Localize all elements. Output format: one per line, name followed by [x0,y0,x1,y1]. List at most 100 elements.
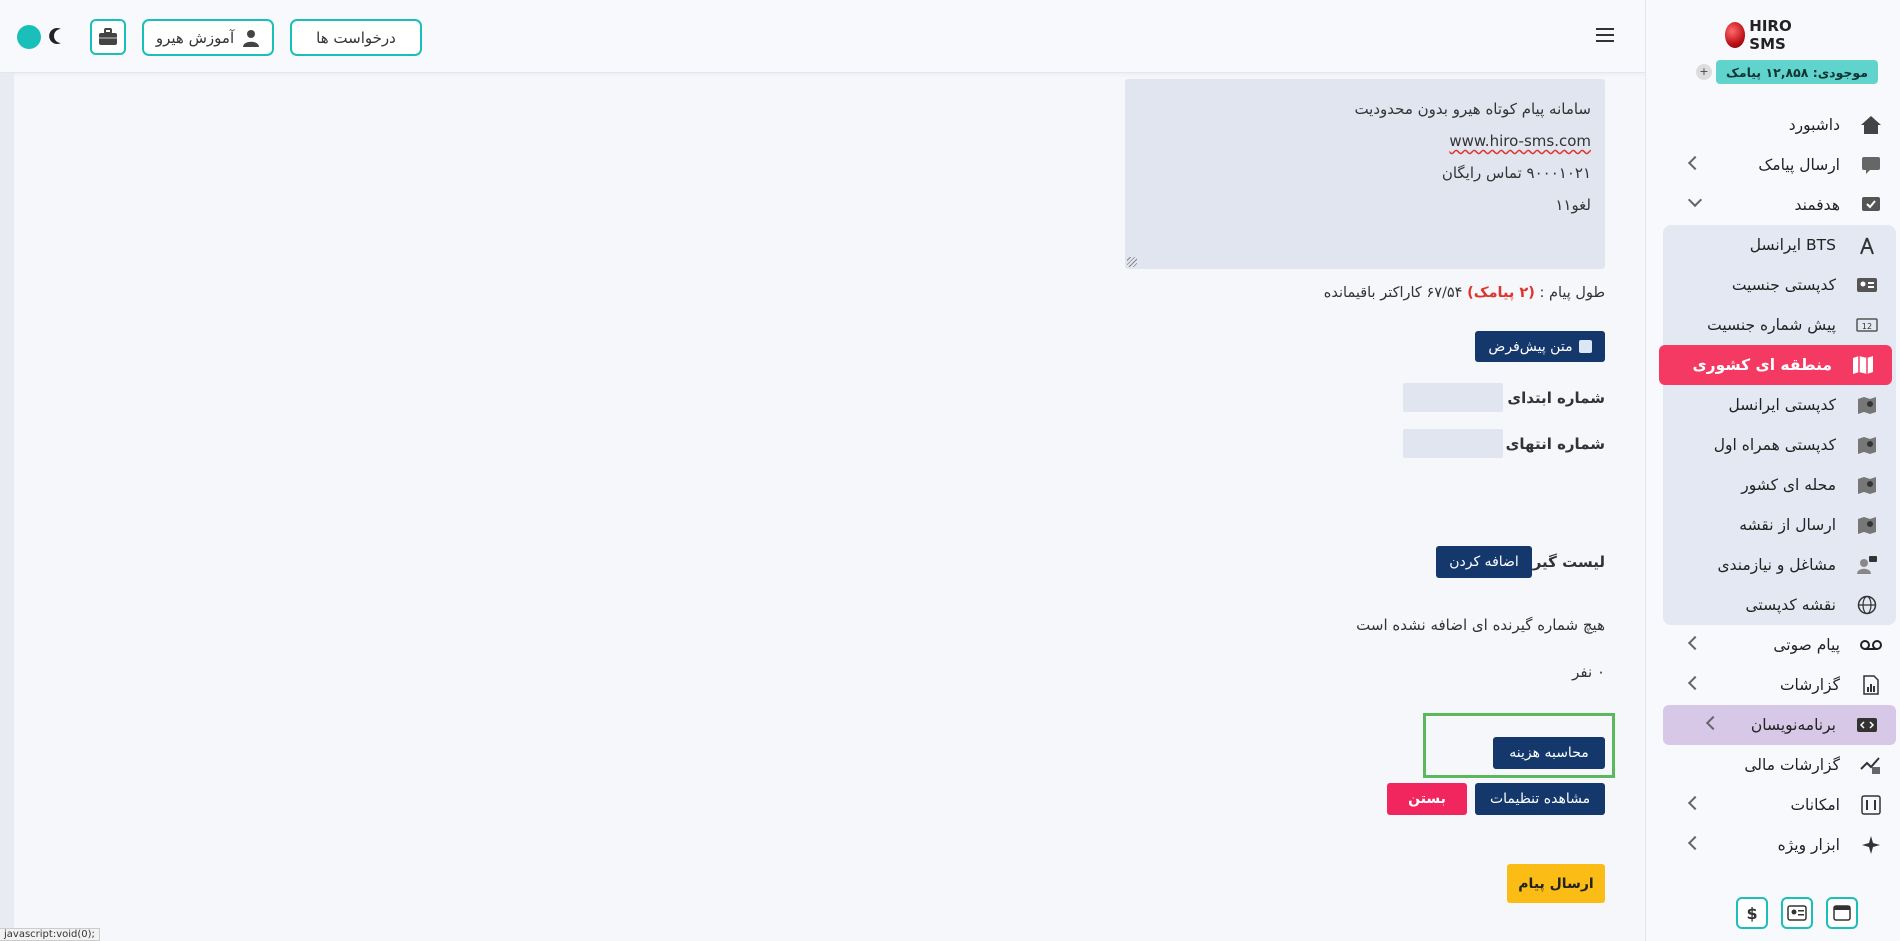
sidebar-item-reports[interactable]: گزارشات [1645,665,1900,705]
length-prefix: طول پیام : [1539,285,1605,301]
chart-gear-icon [1860,755,1882,775]
calculate-cost-button[interactable]: محاسبه هزینه [1493,737,1605,769]
send-label: ارسال پیام [1518,875,1594,892]
sidebar-item-send-from-map[interactable]: ارسال از نقشه [1663,505,1896,545]
sidebar-item-features[interactable]: امکانات [1645,785,1900,825]
antenna-icon [1856,235,1878,255]
message-line: ۹۰۰۰۱۰۲۱ تماس رایگان [1441,164,1591,182]
sidebar-item-targeted[interactable]: هدفمند [1645,185,1900,225]
chevron-left-icon [1687,835,1703,851]
sidebar-item-label: هدفمند [1794,196,1841,214]
chevron-left-icon [1705,715,1721,731]
sidebar-item-postal-map[interactable]: نقشه کدپستی [1663,585,1896,625]
voicemail-icon [1860,635,1882,655]
sidebar-item-label: گزارشات مالی [1744,756,1840,774]
moon-icon[interactable] [47,24,69,48]
window-button[interactable] [1826,897,1858,929]
map-icon [1852,355,1874,375]
view-settings-button[interactable]: مشاهده تنظیمات [1475,783,1605,815]
briefcase-icon [99,28,117,45]
sidebar-item-neighborhood[interactable]: محله ای کشور [1663,465,1896,505]
logo-text: HIRO SMS [1749,17,1792,53]
chevron-left-icon [1687,635,1703,651]
sidebar-item-label: مشاغل و نیازمندی [1717,556,1836,574]
message-textarea[interactable]: سامانه پیام کوتاه هیرو بدون محدودیت www.… [1125,79,1605,269]
chevron-left-icon [1687,675,1703,691]
sidebar-item-label: امکانات [1790,796,1840,814]
requests-label: درخواست ها [316,28,396,47]
sidebar-item-financial-reports[interactable]: گزارشات مالی [1645,745,1900,785]
send-message-button[interactable]: ارسال پیام [1507,864,1605,903]
sidebar-item-postal-gender[interactable]: کدپستی جنسیت [1663,265,1896,305]
logo-icon [1725,22,1746,48]
start-number-input[interactable] [1403,383,1503,412]
content-edge [0,73,14,941]
sidebar-item-label: کدپستی همراه اول [1713,436,1836,454]
end-number-input[interactable] [1403,429,1503,458]
sidebar-item-jobs[interactable]: مشاغل و نیازمندی [1663,545,1896,585]
targeted-submenu: BTS ایرانسل کدپستی جنسیت 12 پیش شماره جن… [1659,225,1896,625]
sidebar-item-prefix-gender[interactable]: 12 پیش شماره جنسیت [1663,305,1896,345]
briefcase-button[interactable] [90,19,126,55]
close-label: بستن [1408,791,1446,807]
map-pin-icon [1856,475,1878,495]
add-balance-icon[interactable]: + [1696,64,1712,80]
sidebar-item-postal-mci[interactable]: کدپستی همراه اول [1663,425,1896,465]
logo[interactable]: HIRO SMS [1725,17,1815,53]
education-button[interactable]: آموزش هیرو [142,19,274,56]
default-text-button[interactable]: متن پیش‌فرض [1475,331,1605,362]
sidebar-item-label: کدپستی ایرانسل [1728,396,1836,414]
download-icon [1578,340,1592,353]
status-bar: javascript:void(0); [0,928,100,941]
view-settings-label: مشاهده تنظیمات [1489,791,1591,807]
targeted-icon [1860,195,1882,215]
requests-button[interactable]: درخواست ها [290,19,422,56]
sidebar-item-label: گزارشات [1779,676,1840,694]
sidebar-item-label: محله ای کشور [1741,476,1836,494]
balance-badge: موجودی: ۱۲,۸۵۸ پیامک [1716,60,1878,84]
send-form: سامانه پیام کوتاه هیرو بدون محدودیت www.… [14,73,1645,941]
resize-handle[interactable] [1127,257,1137,267]
map-pin-icon [1856,395,1878,415]
map-pin-icon [1856,515,1878,535]
dollar-button[interactable]: $ [1736,897,1768,929]
sms-count: (۲ پیامک) [1467,285,1535,301]
sidebar-item-label: ارسال پیامک [1758,156,1840,174]
sidebar-item-label: ابزار ویژه [1777,836,1840,854]
message-length: طول پیام : (۲ پیامک) ۶۷/۵۴ کاراکتر باقیم… [1324,285,1605,301]
chevron-down-icon [1687,192,1703,208]
default-text-label: متن پیش‌فرض [1488,338,1573,355]
chevron-left-icon [1687,155,1703,171]
sidebar-item-label: BTS ایرانسل [1749,236,1836,254]
recipients-count: ۰ نفر [1572,663,1605,681]
message-line: www.hiro-sms.com [1449,132,1591,150]
sidebar-item-dashboard[interactable]: داشبورد [1645,105,1900,145]
sidebar-item-voice[interactable]: پیام صوتی [1645,625,1900,665]
sidebar-item-postal-irancell[interactable]: کدپستی ایرانسل [1663,385,1896,425]
profile-card-icon [1787,905,1807,921]
number-12-icon: 12 [1856,315,1878,335]
sidebar-item-regional[interactable]: منطقه ای کشوری [1659,345,1892,385]
sidebar-item-label: ارسال از نقشه [1739,516,1836,534]
code-icon [1856,715,1878,735]
svg-text:12: 12 [1862,322,1872,331]
sidebar-item-send-sms[interactable]: ارسال پیامک [1645,145,1900,185]
sidebar-item-developers[interactable]: برنامه‌نویسان [1663,705,1896,745]
chevron-left-icon [1687,795,1703,811]
calc-cost-label: محاسبه هزینه [1509,745,1589,761]
close-button[interactable]: بستن [1387,783,1467,815]
theme-toggle[interactable] [17,25,41,49]
profile-card-button[interactable] [1781,897,1813,929]
sidebar-item-label: داشبورد [1788,116,1840,134]
add-recipient-button[interactable]: اضافه کردن [1436,546,1532,578]
message-line: لغو۱۱ [1555,196,1591,214]
sidebar-item-special-tools[interactable]: ابزار ویژه [1645,825,1900,865]
menu-toggle-icon[interactable] [1596,28,1614,44]
home-icon [1860,115,1882,135]
user-chat-icon [1856,555,1878,575]
sidebar-menu: داشبورد ارسال پیامک هدفمند BTS ایرانسل ک… [1645,105,1900,865]
message-line: سامانه پیام کوتاه هیرو بدون محدودیت [1354,100,1591,118]
report-icon [1860,675,1882,695]
sidebar-item-bts-irancell[interactable]: BTS ایرانسل [1663,225,1896,265]
tools-icon [1860,795,1882,815]
